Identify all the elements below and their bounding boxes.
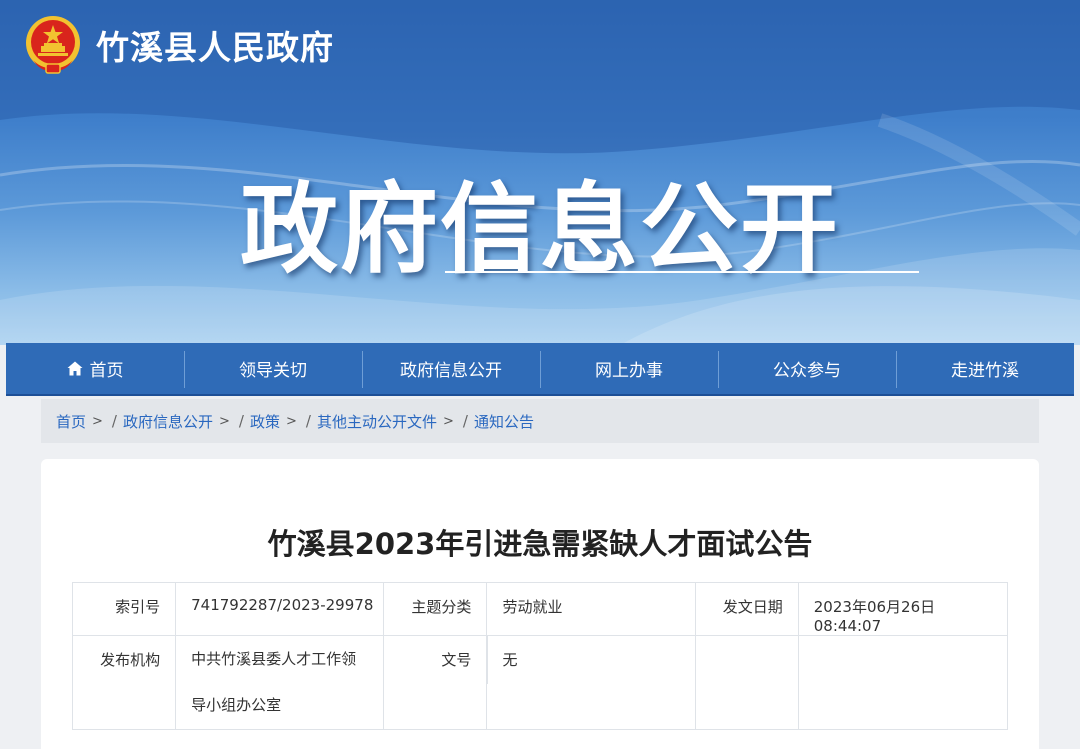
site-header[interactable]: 竹溪县人民政府	[24, 14, 334, 76]
docno-value: 无	[486, 635, 696, 730]
docno-text: 无	[502, 651, 518, 669]
site-name[interactable]: 竹溪县人民政府	[96, 21, 334, 69]
date-label: 发文日期	[694, 582, 799, 636]
breadcrumb-notices[interactable]: 通知公告	[474, 411, 534, 432]
nav-label: 领导关切	[239, 361, 307, 381]
publisher-value-line: 中共竹溪县委人才工作领	[191, 650, 357, 668]
date-value: 2023年06月26日 08:44:07	[797, 582, 1009, 636]
nav-label: 网上办事	[595, 361, 663, 381]
nav-item-leaders[interactable]: 领导关切	[184, 343, 362, 394]
nav-item-gov-info[interactable]: 政府信息公开	[362, 343, 540, 394]
breadcrumb-separator: >	[92, 413, 103, 429]
nav-label: 政府信息公开	[400, 361, 502, 381]
breadcrumb-slash: /	[462, 412, 468, 430]
empty-cell	[797, 635, 1009, 730]
breadcrumb-slash: /	[305, 412, 311, 430]
main-nav: 首页 领导关切 政府信息公开 网上办事 公众参与 走进竹溪	[6, 343, 1074, 396]
topic-label: 主题分类	[383, 582, 488, 636]
hero-underline	[445, 271, 919, 273]
breadcrumb-slash: /	[111, 412, 117, 430]
breadcrumb-other-files[interactable]: 其他主动公开文件	[317, 411, 437, 432]
publisher-value: 中共竹溪县委人才工作领 导小组办公室	[175, 635, 385, 730]
national-emblem-icon	[26, 16, 80, 74]
empty-cell	[694, 635, 799, 730]
breadcrumb-home[interactable]: 首页	[56, 411, 86, 432]
breadcrumb-separator: >	[442, 413, 454, 429]
nav-item-online-services[interactable]: 网上办事	[540, 343, 718, 394]
topic-value: 劳动就业	[486, 582, 696, 636]
breadcrumb-gov-info[interactable]: 政府信息公开	[123, 411, 213, 432]
breadcrumb-separator: >	[285, 413, 297, 429]
document-meta-table: 索引号 741792287/2023-29978 主题分类 劳动就业 发文日期 …	[71, 582, 1009, 730]
publisher-value-line: 导小组办公室	[191, 696, 282, 714]
nav-item-public-participation[interactable]: 公众参与	[718, 343, 896, 394]
docno-label: 文号	[383, 635, 488, 730]
breadcrumb-separator: >	[219, 413, 230, 429]
cell-divider	[487, 636, 489, 684]
nav-item-about-zhuxi[interactable]: 走进竹溪	[896, 343, 1074, 394]
index-label: 索引号	[71, 582, 177, 636]
nav-label: 首页	[89, 361, 124, 381]
index-value: 741792287/2023-29978	[175, 582, 385, 636]
nav-label: 走进竹溪	[951, 361, 1019, 381]
document-title: 竹溪县2023年引进急需紧缺人才面试公告	[267, 527, 813, 561]
nav-item-home[interactable]: 首页	[6, 343, 184, 394]
breadcrumb-policy[interactable]: 政策	[250, 411, 280, 432]
meta-row: 发布机构 中共竹溪县委人才工作领 导小组办公室 文号 无	[71, 635, 1009, 730]
banner: 竹溪县人民政府 政府信息公开	[0, 0, 1080, 345]
breadcrumb-slash: /	[238, 412, 244, 430]
home-icon	[67, 361, 82, 376]
nav-label: 公众参与	[773, 361, 841, 381]
meta-row: 索引号 741792287/2023-29978 主题分类 劳动就业 发文日期 …	[71, 582, 1009, 636]
content-card: 竹溪县2023年引进急需紧缺人才面试公告 索引号 741792287/2023-…	[41, 459, 1039, 749]
breadcrumb: 首页 > / 政府信息公开 > / 政策 > / 其他主动公开文件 > / 通知…	[41, 399, 1039, 443]
publisher-label: 发布机构	[71, 635, 177, 730]
